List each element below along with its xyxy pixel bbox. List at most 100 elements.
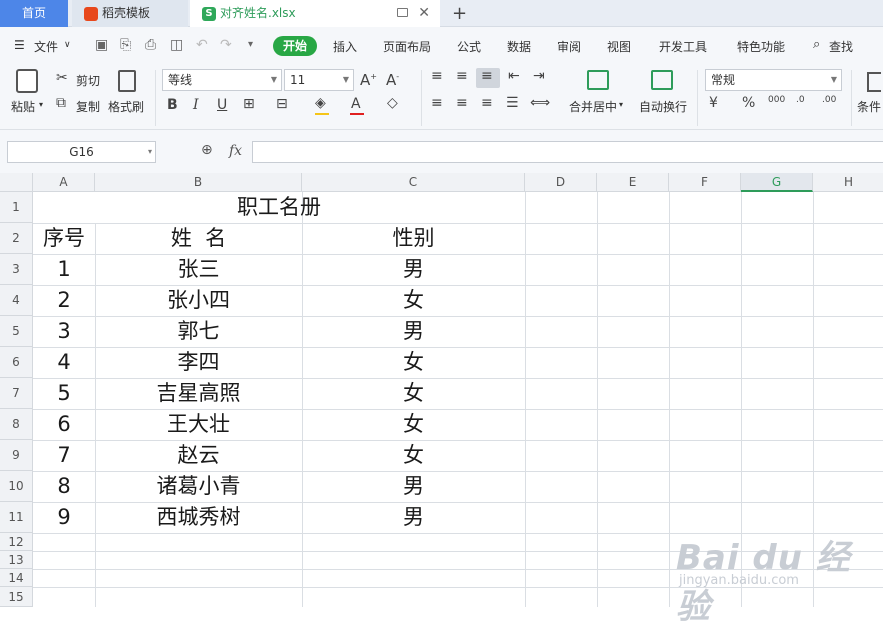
tab-docer[interactable]: 稻壳模板 bbox=[72, 0, 188, 27]
cell-no[interactable]: 3 bbox=[33, 316, 95, 347]
header-no[interactable]: 序号 bbox=[33, 223, 95, 254]
print-preview-icon[interactable]: ◫ bbox=[170, 37, 183, 53]
row-header-13[interactable]: 13 bbox=[0, 551, 33, 569]
cell-sex[interactable]: 女 bbox=[302, 409, 525, 440]
column-header-h[interactable]: H bbox=[813, 173, 883, 192]
menu-view[interactable]: 视图 bbox=[607, 38, 631, 55]
merge-center-icon[interactable] bbox=[587, 70, 609, 90]
header-name[interactable]: 姓 名 bbox=[95, 223, 302, 254]
menu-file[interactable]: 文件 bbox=[34, 38, 58, 55]
align-left-icon[interactable]: ≡ bbox=[431, 95, 443, 111]
cell-name[interactable]: 吉星高照 bbox=[95, 378, 302, 409]
decrease-indent-icon[interactable]: ⇤ bbox=[508, 68, 520, 84]
wrap-text-icon[interactable] bbox=[651, 70, 673, 90]
sheet-title[interactable]: 职工名册 bbox=[33, 192, 525, 223]
column-header-e[interactable]: E bbox=[597, 173, 669, 192]
menu-special[interactable]: 特色功能 bbox=[737, 38, 785, 55]
percent-icon[interactable]: % bbox=[742, 95, 755, 111]
merge-dropdown-icon[interactable]: ▾ bbox=[619, 100, 623, 109]
cell-sex[interactable]: 女 bbox=[302, 347, 525, 378]
cell-no[interactable]: 6 bbox=[33, 409, 95, 440]
row-header-10[interactable]: 10 bbox=[0, 471, 33, 502]
eraser-icon[interactable]: ◇ bbox=[387, 95, 398, 111]
header-sex[interactable]: 性别 bbox=[302, 223, 525, 254]
conditional-format-icon[interactable] bbox=[867, 72, 881, 92]
fill-color-icon[interactable]: ◈ bbox=[315, 95, 326, 111]
select-all-corner[interactable] bbox=[0, 173, 33, 192]
font-size-select[interactable]: 11 ▼ bbox=[284, 69, 354, 91]
row-header-3[interactable]: 3 bbox=[0, 254, 33, 285]
cell-no[interactable]: 8 bbox=[33, 471, 95, 502]
bold-icon[interactable]: B bbox=[167, 97, 178, 113]
underline-icon[interactable]: U bbox=[217, 97, 227, 113]
row-header-6[interactable]: 6 bbox=[0, 347, 33, 378]
format-painter-icon[interactable] bbox=[118, 70, 136, 92]
tab-file[interactable]: S 对齐姓名.xlsx ✕ bbox=[190, 0, 440, 28]
row-header-15[interactable]: 15 bbox=[0, 587, 33, 607]
tab-home[interactable]: 首页 bbox=[0, 0, 68, 27]
export-icon[interactable]: ⎘ bbox=[120, 37, 131, 53]
name-box[interactable]: G16 bbox=[7, 141, 156, 163]
cell-sex[interactable]: 男 bbox=[302, 502, 525, 533]
cell-no[interactable]: 2 bbox=[33, 285, 95, 316]
merge-center-button[interactable]: 合并居中 bbox=[569, 98, 617, 115]
menu-start[interactable]: 开始 bbox=[273, 36, 317, 56]
column-header-a[interactable]: A bbox=[33, 173, 95, 192]
copy-button[interactable]: 复制 bbox=[76, 98, 100, 115]
increase-decimal-icon[interactable]: .0 bbox=[796, 95, 805, 105]
conditional-format-button[interactable]: 条件 bbox=[857, 98, 881, 115]
cell-name[interactable]: 赵云 bbox=[95, 440, 302, 471]
distributed-icon[interactable]: ⟺ bbox=[530, 95, 550, 111]
menu-data[interactable]: 数据 bbox=[507, 38, 531, 55]
column-header-b[interactable]: B bbox=[95, 173, 302, 192]
close-tab-button[interactable]: ✕ bbox=[418, 0, 430, 27]
row-header-2[interactable]: 2 bbox=[0, 223, 33, 254]
row-header-4[interactable]: 4 bbox=[0, 285, 33, 316]
copy-icon[interactable]: ⧉ bbox=[56, 95, 66, 111]
new-tab-button[interactable]: + bbox=[452, 0, 467, 27]
align-middle-icon[interactable]: ≡ bbox=[456, 68, 468, 84]
cell-name[interactable]: 张小四 bbox=[95, 285, 302, 316]
hamburger-icon[interactable]: ☰ bbox=[14, 38, 25, 52]
cell-sex[interactable]: 女 bbox=[302, 285, 525, 316]
number-format-select[interactable]: 常规 ▼ bbox=[705, 69, 842, 91]
chevron-down-icon[interactable]: ∨ bbox=[64, 40, 71, 50]
cell-sex[interactable]: 男 bbox=[302, 471, 525, 502]
increase-font-icon[interactable]: A+ bbox=[360, 71, 377, 89]
monitor-icon[interactable] bbox=[397, 8, 408, 17]
decrease-font-icon[interactable]: A- bbox=[386, 71, 399, 89]
search-icon[interactable]: ⌕ bbox=[813, 37, 820, 52]
formula-input[interactable] bbox=[252, 141, 883, 163]
menu-insert[interactable]: 插入 bbox=[333, 38, 357, 55]
cell-no[interactable]: 4 bbox=[33, 347, 95, 378]
fx-button[interactable]: fx bbox=[229, 143, 242, 159]
currency-icon[interactable]: ¥ bbox=[709, 95, 718, 111]
save-icon[interactable]: ▣ bbox=[95, 37, 108, 53]
italic-icon[interactable]: I bbox=[193, 97, 199, 113]
column-header-c[interactable]: C bbox=[302, 173, 525, 192]
cut-button[interactable]: 剪切 bbox=[76, 72, 100, 89]
cell-sex[interactable]: 男 bbox=[302, 254, 525, 285]
menu-review[interactable]: 审阅 bbox=[557, 38, 581, 55]
cell-name[interactable]: 王大壮 bbox=[95, 409, 302, 440]
cell-style-icon[interactable]: ⊟ bbox=[276, 96, 288, 112]
format-painter-button[interactable]: 格式刷 bbox=[108, 98, 144, 115]
increase-indent-icon[interactable]: ⇥ bbox=[533, 68, 545, 84]
row-header-7[interactable]: 7 bbox=[0, 378, 33, 409]
cell-no[interactable]: 1 bbox=[33, 254, 95, 285]
border-icon[interactable]: ⊞ bbox=[243, 96, 255, 112]
cell-sex[interactable]: 女 bbox=[302, 378, 525, 409]
align-center-icon[interactable]: ≡ bbox=[456, 95, 468, 111]
customize-dropdown-icon[interactable]: ▾ bbox=[248, 39, 253, 50]
cell-name[interactable]: 张三 bbox=[95, 254, 302, 285]
name-box-dropdown-icon[interactable]: ▾ bbox=[148, 147, 152, 156]
print-icon[interactable]: ⎙ bbox=[145, 37, 156, 53]
cell-no[interactable]: 5 bbox=[33, 378, 95, 409]
align-right-icon[interactable]: ≡ bbox=[481, 95, 493, 111]
row-header-12[interactable]: 12 bbox=[0, 533, 33, 551]
cell-sex[interactable]: 女 bbox=[302, 440, 525, 471]
menu-formula[interactable]: 公式 bbox=[457, 38, 481, 55]
wrap-text-button[interactable]: 自动换行 bbox=[639, 98, 687, 115]
justify-icon[interactable]: ☰ bbox=[506, 95, 519, 111]
zoom-search-icon[interactable]: ⊕ bbox=[201, 142, 213, 158]
